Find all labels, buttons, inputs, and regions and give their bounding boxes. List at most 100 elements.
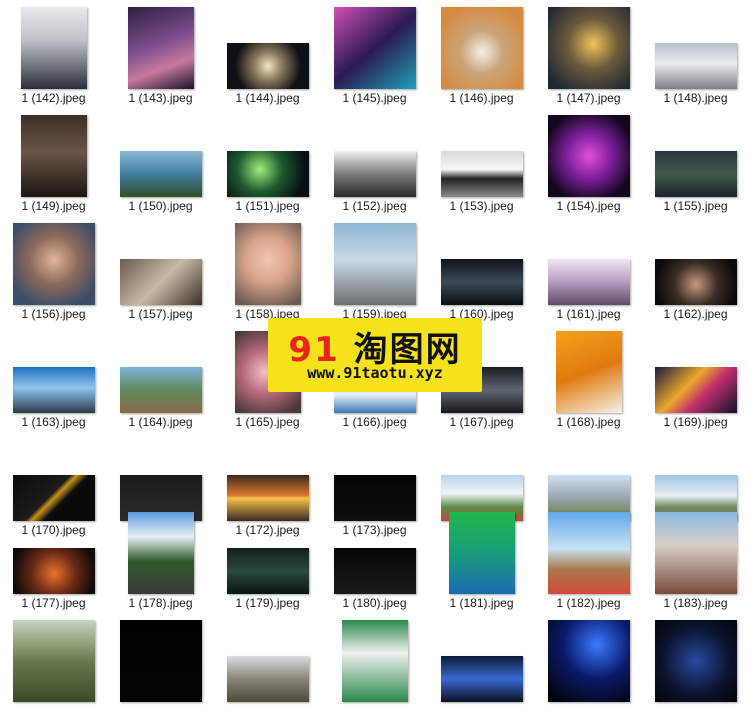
file-name-label[interactable]: 1 (144).jpeg <box>214 91 321 105</box>
image-thumbnail[interactable] <box>226 43 309 89</box>
file-name-label[interactable]: 1 (165).jpeg <box>214 415 321 429</box>
image-thumbnail[interactable] <box>333 7 416 89</box>
file-tile[interactable] <box>428 618 535 723</box>
file-name-label[interactable]: 1 (178).jpeg <box>107 596 214 610</box>
file-tile[interactable]: 1 (150).jpeg <box>107 113 214 218</box>
file-tile[interactable]: 1 (164).jpeg <box>107 329 214 434</box>
file-name-label[interactable]: 1 (152).jpeg <box>321 199 428 213</box>
image-thumbnail[interactable] <box>333 151 416 197</box>
image-thumbnail[interactable] <box>547 512 630 594</box>
image-thumbnail[interactable] <box>547 259 630 305</box>
file-tile[interactable]: 1 (178).jpeg <box>107 510 214 615</box>
image-thumbnail[interactable] <box>119 259 202 305</box>
file-name-label[interactable]: 1 (143).jpeg <box>107 91 214 105</box>
image-thumbnail[interactable] <box>127 7 194 89</box>
file-tile[interactable]: 1 (156).jpeg <box>0 221 107 326</box>
image-thumbnail[interactable] <box>12 548 95 594</box>
image-thumbnail[interactable] <box>654 43 737 89</box>
file-name-label[interactable]: 1 (153).jpeg <box>428 199 535 213</box>
file-name-label[interactable]: 1 (179).jpeg <box>214 596 321 610</box>
file-tile[interactable]: 1 (163).jpeg <box>0 329 107 434</box>
file-name-label[interactable]: 1 (154).jpeg <box>535 199 642 213</box>
file-name-label[interactable]: 1 (180).jpeg <box>321 596 428 610</box>
file-tile[interactable]: 1 (145).jpeg <box>321 5 428 110</box>
file-tile[interactable]: 1 (152).jpeg <box>321 113 428 218</box>
image-thumbnail[interactable] <box>333 223 416 305</box>
file-name-label[interactable]: 1 (155).jpeg <box>642 199 749 213</box>
image-thumbnail[interactable] <box>12 223 95 305</box>
file-name-label[interactable]: 1 (145).jpeg <box>321 91 428 105</box>
file-tile[interactable]: 1 (155).jpeg <box>642 113 749 218</box>
file-name-label[interactable]: 1 (162).jpeg <box>642 307 749 321</box>
image-thumbnail[interactable] <box>440 151 523 197</box>
image-thumbnail[interactable] <box>226 656 309 702</box>
image-thumbnail[interactable] <box>440 7 523 89</box>
file-name-label[interactable]: 1 (177).jpeg <box>0 596 107 610</box>
file-name-label[interactable]: 1 (150).jpeg <box>107 199 214 213</box>
file-tile[interactable]: 1 (180).jpeg <box>321 510 428 615</box>
file-name-label[interactable]: 1 (147).jpeg <box>535 91 642 105</box>
file-name-label[interactable]: 1 (151).jpeg <box>214 199 321 213</box>
file-name-label[interactable]: 1 (166).jpeg <box>321 415 428 429</box>
file-tile[interactable]: 1 (161).jpeg <box>535 221 642 326</box>
file-name-label[interactable]: 1 (146).jpeg <box>428 91 535 105</box>
image-thumbnail[interactable] <box>226 151 309 197</box>
file-name-label[interactable]: 1 (149).jpeg <box>0 199 107 213</box>
image-thumbnail[interactable] <box>226 548 309 594</box>
file-tile[interactable]: 1 (146).jpeg <box>428 5 535 110</box>
file-tile[interactable]: 1 (179).jpeg <box>214 510 321 615</box>
file-tile[interactable]: 1 (157).jpeg <box>107 221 214 326</box>
image-thumbnail[interactable] <box>341 620 408 702</box>
image-thumbnail[interactable] <box>448 512 515 594</box>
file-tile[interactable]: 1 (151).jpeg <box>214 113 321 218</box>
image-thumbnail[interactable] <box>119 620 202 702</box>
image-thumbnail[interactable] <box>12 620 95 702</box>
file-tile[interactable] <box>642 618 749 723</box>
file-tile[interactable] <box>321 618 428 723</box>
image-thumbnail[interactable] <box>555 331 622 413</box>
file-tile[interactable] <box>0 618 107 723</box>
file-tile[interactable]: 1 (149).jpeg <box>0 113 107 218</box>
file-tile[interactable]: 1 (168).jpeg <box>535 329 642 434</box>
file-tile[interactable] <box>535 618 642 723</box>
image-thumbnail[interactable] <box>127 512 194 594</box>
file-tile[interactable]: 1 (143).jpeg <box>107 5 214 110</box>
file-tile[interactable] <box>107 618 214 723</box>
file-tile[interactable]: 1 (181).jpeg <box>428 510 535 615</box>
file-name-label[interactable]: 1 (183).jpeg <box>642 596 749 610</box>
file-tile[interactable] <box>214 618 321 723</box>
file-tile[interactable]: 1 (154).jpeg <box>535 113 642 218</box>
image-thumbnail[interactable] <box>547 115 630 197</box>
image-thumbnail[interactable] <box>12 367 95 413</box>
image-thumbnail[interactable] <box>20 115 87 197</box>
file-name-label[interactable]: 1 (142).jpeg <box>0 91 107 105</box>
file-name-label[interactable]: 1 (164).jpeg <box>107 415 214 429</box>
image-thumbnail[interactable] <box>654 151 737 197</box>
image-thumbnail[interactable] <box>119 151 202 197</box>
file-name-label[interactable]: 1 (169).jpeg <box>642 415 749 429</box>
file-tile[interactable]: 1 (183).jpeg <box>642 510 749 615</box>
file-name-label[interactable]: 1 (148).jpeg <box>642 91 749 105</box>
image-thumbnail[interactable] <box>654 259 737 305</box>
image-thumbnail[interactable] <box>654 512 737 594</box>
image-thumbnail[interactable] <box>547 7 630 89</box>
file-name-label[interactable]: 1 (181).jpeg <box>428 596 535 610</box>
file-tile[interactable]: 1 (142).jpeg <box>0 5 107 110</box>
image-thumbnail[interactable] <box>440 656 523 702</box>
file-tile[interactable]: 1 (147).jpeg <box>535 5 642 110</box>
file-name-label[interactable]: 1 (163).jpeg <box>0 415 107 429</box>
image-thumbnail[interactable] <box>234 223 301 305</box>
file-tile[interactable]: 1 (182).jpeg <box>535 510 642 615</box>
image-thumbnail[interactable] <box>654 620 737 702</box>
file-name-label[interactable]: 1 (168).jpeg <box>535 415 642 429</box>
file-name-label[interactable]: 1 (161).jpeg <box>535 307 642 321</box>
image-thumbnail[interactable] <box>440 259 523 305</box>
file-tile[interactable]: 1 (158).jpeg <box>214 221 321 326</box>
file-name-label[interactable]: 1 (167).jpeg <box>428 415 535 429</box>
file-tile[interactable]: 1 (148).jpeg <box>642 5 749 110</box>
file-tile[interactable]: 1 (159).jpeg <box>321 221 428 326</box>
image-thumbnail[interactable] <box>20 7 87 89</box>
file-tile[interactable]: 1 (144).jpeg <box>214 5 321 110</box>
file-tile[interactable]: 1 (177).jpeg <box>0 510 107 615</box>
image-thumbnail[interactable] <box>547 620 630 702</box>
